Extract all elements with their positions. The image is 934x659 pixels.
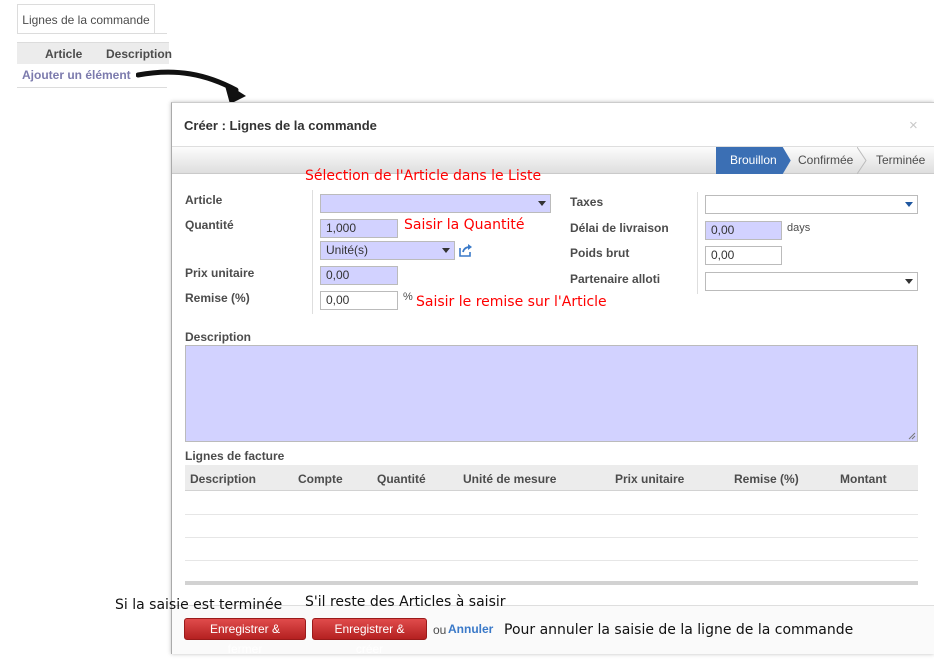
resize-handle-icon[interactable] (908, 432, 916, 440)
table-footer-bar (185, 581, 918, 585)
taxes-select[interactable] (705, 195, 918, 214)
column-article[interactable]: Article (45, 47, 82, 61)
label-taxes: Taxes (570, 195, 604, 209)
annotation-finished: Si la saisie est terminée (115, 597, 283, 613)
discount-unit: % (403, 291, 413, 303)
description-textarea[interactable] (185, 345, 918, 442)
status-confirmee[interactable]: Confirmée (798, 147, 853, 174)
close-icon[interactable]: × (909, 117, 918, 134)
annotation-article: Sélection de l'Article dans le Liste (305, 168, 542, 184)
column-quantite[interactable]: Quantité (377, 472, 426, 486)
unit-price-input[interactable]: 0,00 (320, 266, 398, 285)
quantity-input[interactable]: 1,000 (320, 219, 398, 238)
cancel-link[interactable]: Annuler (448, 622, 493, 636)
label-partner: Partenaire alloti (570, 272, 661, 286)
label-unit-price: Prix unitaire (185, 266, 255, 280)
tab-lignes-commande[interactable]: Lignes de la commande (17, 4, 155, 34)
label-article: Article (185, 193, 223, 207)
table-row (185, 514, 918, 515)
article-select[interactable] (320, 194, 551, 213)
annotation-more-articles: S'il reste des Articles à saisir (305, 594, 506, 610)
label-gross-weight: Poids brut (570, 246, 630, 260)
annotation-discount: Saisir le remise sur l'Article (416, 294, 607, 310)
save-close-button[interactable]: Enregistrer & fermer (184, 618, 306, 656)
right-label-separator (697, 192, 698, 294)
column-remise[interactable]: Remise (%) (734, 472, 799, 486)
discount-input[interactable]: 0,00 (320, 291, 398, 310)
invoice-lines-header: Description Compte Quantité Unité de mes… (185, 465, 918, 491)
chevron-down-icon (905, 279, 913, 284)
invoice-lines-title: Lignes de facture (185, 449, 285, 463)
column-description[interactable]: Description (106, 47, 172, 61)
label-delivery-delay: Délai de livraison (570, 221, 669, 235)
column-prix-unitaire[interactable]: Prix unitaire (615, 472, 684, 486)
tab-underline (17, 33, 167, 34)
label-discount: Remise (%) (185, 291, 250, 305)
status-brouillon[interactable]: Brouillon (716, 147, 791, 174)
dialog-title: Créer : Lignes de la commande (184, 118, 377, 133)
annotation-cancel: Pour annuler la saisie de la ligne de la… (504, 622, 854, 638)
delivery-delay-input[interactable]: 0,00 (705, 221, 782, 240)
label-description: Description (185, 330, 252, 344)
column-montant[interactable]: Montant (840, 472, 887, 486)
list-header: Article Description (17, 42, 172, 64)
column-compte[interactable]: Compte (298, 472, 343, 486)
partner-select[interactable] (705, 272, 918, 291)
status-terminee[interactable]: Terminée (876, 147, 925, 174)
annotation-arrow-icon (136, 69, 246, 104)
or-text: ou (433, 623, 447, 637)
column-uom[interactable]: Unité de mesure (463, 472, 556, 486)
status-separator-icon (857, 147, 867, 174)
table-row (185, 560, 918, 561)
delay-unit: days (787, 222, 811, 234)
gross-weight-input[interactable]: 0,00 (705, 246, 782, 265)
chevron-down-icon (905, 202, 913, 207)
chevron-down-icon (442, 248, 450, 253)
column-inv-description[interactable]: Description (190, 472, 256, 486)
add-item-link[interactable]: Ajouter un élément (22, 68, 131, 82)
uom-select[interactable]: Unité(s) (320, 241, 455, 260)
annotation-quantity: Saisir la Quantité (404, 217, 525, 233)
save-create-button[interactable]: Enregistrer & créer (312, 618, 427, 656)
chevron-down-icon (538, 201, 546, 206)
label-separator (312, 190, 313, 314)
external-link-icon[interactable] (459, 243, 473, 257)
table-row (185, 537, 918, 538)
label-quantity: Quantité (185, 218, 234, 232)
status-bar: Brouillon Confirmée Terminée (172, 147, 934, 174)
